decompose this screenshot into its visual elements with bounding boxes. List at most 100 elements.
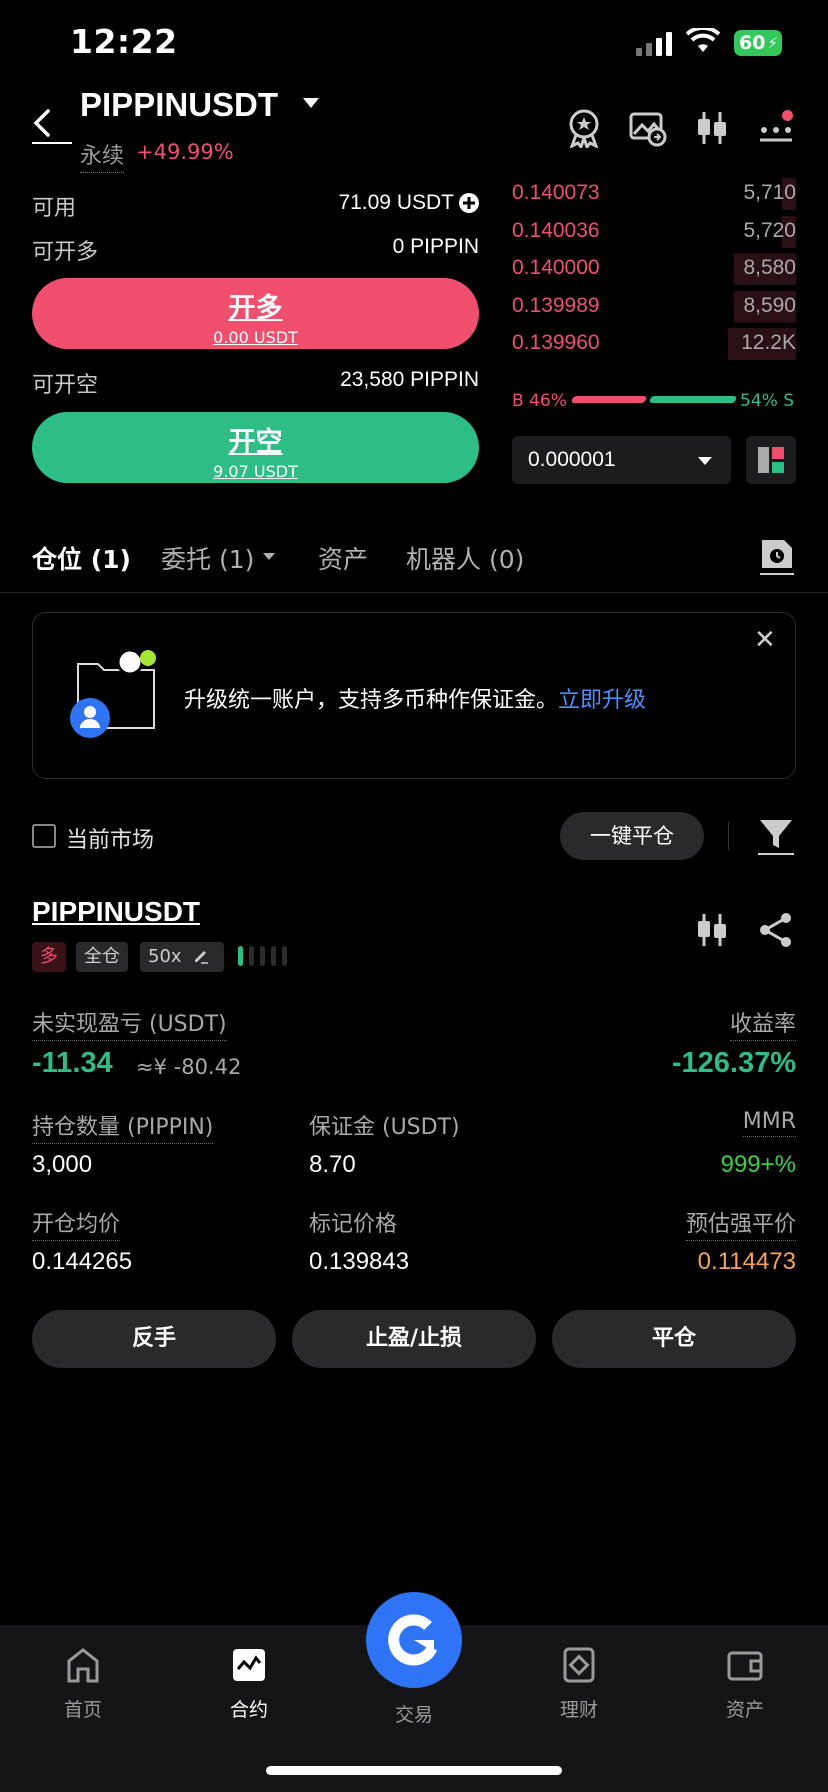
- ask-qty: 8,590: [743, 293, 796, 317]
- unified-account-icon: [70, 648, 156, 738]
- mmr-label: MMR: [742, 1109, 796, 1137]
- nav-futures[interactable]: 合约: [194, 1645, 304, 1722]
- futures-icon: [233, 1649, 265, 1681]
- price-change: +49.99%: [136, 140, 234, 164]
- share-icon[interactable]: [756, 910, 796, 950]
- mark-price-value: 0.139843: [309, 1248, 410, 1275]
- open-long-label: 开多: [228, 293, 283, 324]
- available-value: 71.09 USDT: [338, 191, 454, 214]
- history-icon[interactable]: [758, 538, 796, 576]
- trade-fab-button[interactable]: [366, 1592, 462, 1688]
- nav-home[interactable]: 首页: [28, 1645, 138, 1722]
- sell-ratio-bar: [648, 396, 738, 403]
- liq-price-label: 预估强平价: [685, 1206, 796, 1241]
- wifi-icon: [686, 28, 720, 52]
- max-short-value: 23,580 PIPPIN: [340, 368, 479, 391]
- ask-qty: 5,710: [743, 181, 796, 204]
- close-icon[interactable]: ✕: [754, 625, 776, 655]
- nav-futures-label: 合约: [229, 1699, 268, 1721]
- close-position-button[interactable]: 平仓: [552, 1310, 796, 1368]
- ask-qty: 12.2K: [741, 331, 796, 354]
- tab-positions[interactable]: 仓位 (1): [32, 540, 131, 576]
- tab-divider: [0, 592, 828, 593]
- sell-ratio: 54% S: [740, 391, 794, 411]
- badge-award-icon[interactable]: [564, 108, 604, 148]
- reverse-button[interactable]: 反手: [32, 1310, 276, 1368]
- caret-down-icon[interactable]: [303, 98, 319, 108]
- filter-icon[interactable]: [756, 816, 796, 856]
- leverage-badge[interactable]: 50x: [140, 942, 224, 972]
- ask-price: 0.139960: [512, 331, 600, 354]
- symbol-title[interactable]: PIPPINUSDT: [80, 86, 278, 124]
- status-time: 12:22: [70, 22, 178, 61]
- max-long-value: 0 PIPPIN: [392, 235, 479, 258]
- banner-message: 升级统一账户，支持多币种作保证金。立即升级: [184, 682, 646, 714]
- ask-price: 0.139989: [512, 293, 600, 317]
- open-short-label: 开空: [228, 427, 283, 458]
- orderbook-ask-row[interactable]: 0.140073 5,710: [512, 176, 796, 212]
- orderbook-ask-row[interactable]: 0.139960 12.2K: [512, 326, 796, 362]
- upnl-value: -11.34: [32, 1047, 113, 1079]
- battery-icon: 60 ⚡: [734, 30, 782, 56]
- ask-price: 0.140073: [512, 181, 600, 204]
- upnl-label: 未实现盈亏 (USDT): [32, 1006, 227, 1041]
- buy-ratio-bar: [570, 396, 648, 403]
- current-market-label[interactable]: 当前市场: [66, 822, 154, 854]
- candlestick-chart-icon[interactable]: [692, 910, 732, 950]
- orderbook-ask-row[interactable]: 0.140000 8,580: [512, 251, 796, 287]
- open-long-button[interactable]: 开多 0.00 USDT: [32, 278, 479, 349]
- earn-icon: [563, 1647, 595, 1683]
- nav-home-label: 首页: [63, 1699, 102, 1721]
- home-icon: [67, 1648, 99, 1683]
- candlestick-chart-icon[interactable]: [692, 108, 732, 148]
- nav-assets-label: 资产: [725, 1699, 764, 1721]
- nav-earn[interactable]: 理财: [524, 1645, 634, 1722]
- tab-assets[interactable]: 资产: [318, 540, 368, 576]
- caret-down-icon[interactable]: [263, 553, 275, 560]
- banner-text: 升级统一账户，支持多币种作保证金。: [184, 688, 559, 713]
- tp-sl-button[interactable]: 止盈/止损: [292, 1310, 536, 1368]
- mmr-value: 999+%: [720, 1151, 796, 1178]
- orderbook-ask-row[interactable]: 0.140036 5,720: [512, 214, 796, 250]
- position-symbol[interactable]: PIPPINUSDT: [32, 896, 200, 928]
- ask-price: 0.140000: [512, 256, 600, 279]
- home-indicator: [266, 1766, 562, 1775]
- nav-trade-label[interactable]: 交易: [364, 1700, 464, 1727]
- current-market-checkbox[interactable]: [32, 824, 56, 848]
- precision-value: 0.000001: [528, 448, 616, 471]
- entry-price-label: 开仓均价: [32, 1206, 121, 1241]
- back-underline: [32, 142, 72, 144]
- size-value: 3,000: [32, 1151, 93, 1178]
- open-short-button[interactable]: 开空 9.07 USDT: [32, 412, 479, 483]
- nav-earn-label: 理财: [559, 1699, 598, 1721]
- orderbook-layout-icon[interactable]: [746, 436, 796, 484]
- upnl-cny: ≈¥ -80.42: [136, 1055, 242, 1079]
- max-short-label: 可开空: [32, 373, 99, 398]
- margin-value: 8.70: [309, 1151, 356, 1178]
- max-long-label: 可开多: [32, 240, 99, 265]
- back-arrow-icon[interactable]: [30, 108, 54, 138]
- trade-logo-icon: [388, 1614, 438, 1666]
- orderbook-ask-row[interactable]: 0.139989 8,590: [512, 289, 796, 325]
- caret-down-icon[interactable]: [698, 457, 712, 465]
- open-long-cost: 0.00 USDT: [213, 328, 298, 347]
- adl-indicator: [238, 946, 287, 966]
- entry-price-value: 0.144265: [32, 1248, 133, 1275]
- add-funds-icon[interactable]: [458, 192, 480, 214]
- battery-level: 60: [739, 32, 766, 54]
- tab-bots[interactable]: 机器人 (0): [406, 540, 524, 576]
- upgrade-link[interactable]: 立即升级: [558, 688, 646, 713]
- close-all-button[interactable]: 一键平仓: [560, 812, 704, 860]
- open-short-cost: 9.07 USDT: [213, 462, 298, 481]
- mark-price-label: 标记价格: [309, 1212, 398, 1237]
- image-share-icon[interactable]: [628, 108, 668, 148]
- leverage-value: 50x: [148, 946, 182, 967]
- ask-qty: 5,720: [743, 218, 796, 242]
- roe-value: -126.37%: [671, 1047, 796, 1079]
- margin-label: 保证金 (USDT): [309, 1115, 460, 1140]
- edit-icon: [195, 951, 209, 964]
- margin-mode-badge[interactable]: 全仓: [76, 942, 128, 972]
- tab-orders[interactable]: 委托 (1): [161, 540, 254, 576]
- size-label: 持仓数量 (PIPPIN): [32, 1109, 214, 1144]
- nav-assets[interactable]: 资产: [690, 1645, 800, 1722]
